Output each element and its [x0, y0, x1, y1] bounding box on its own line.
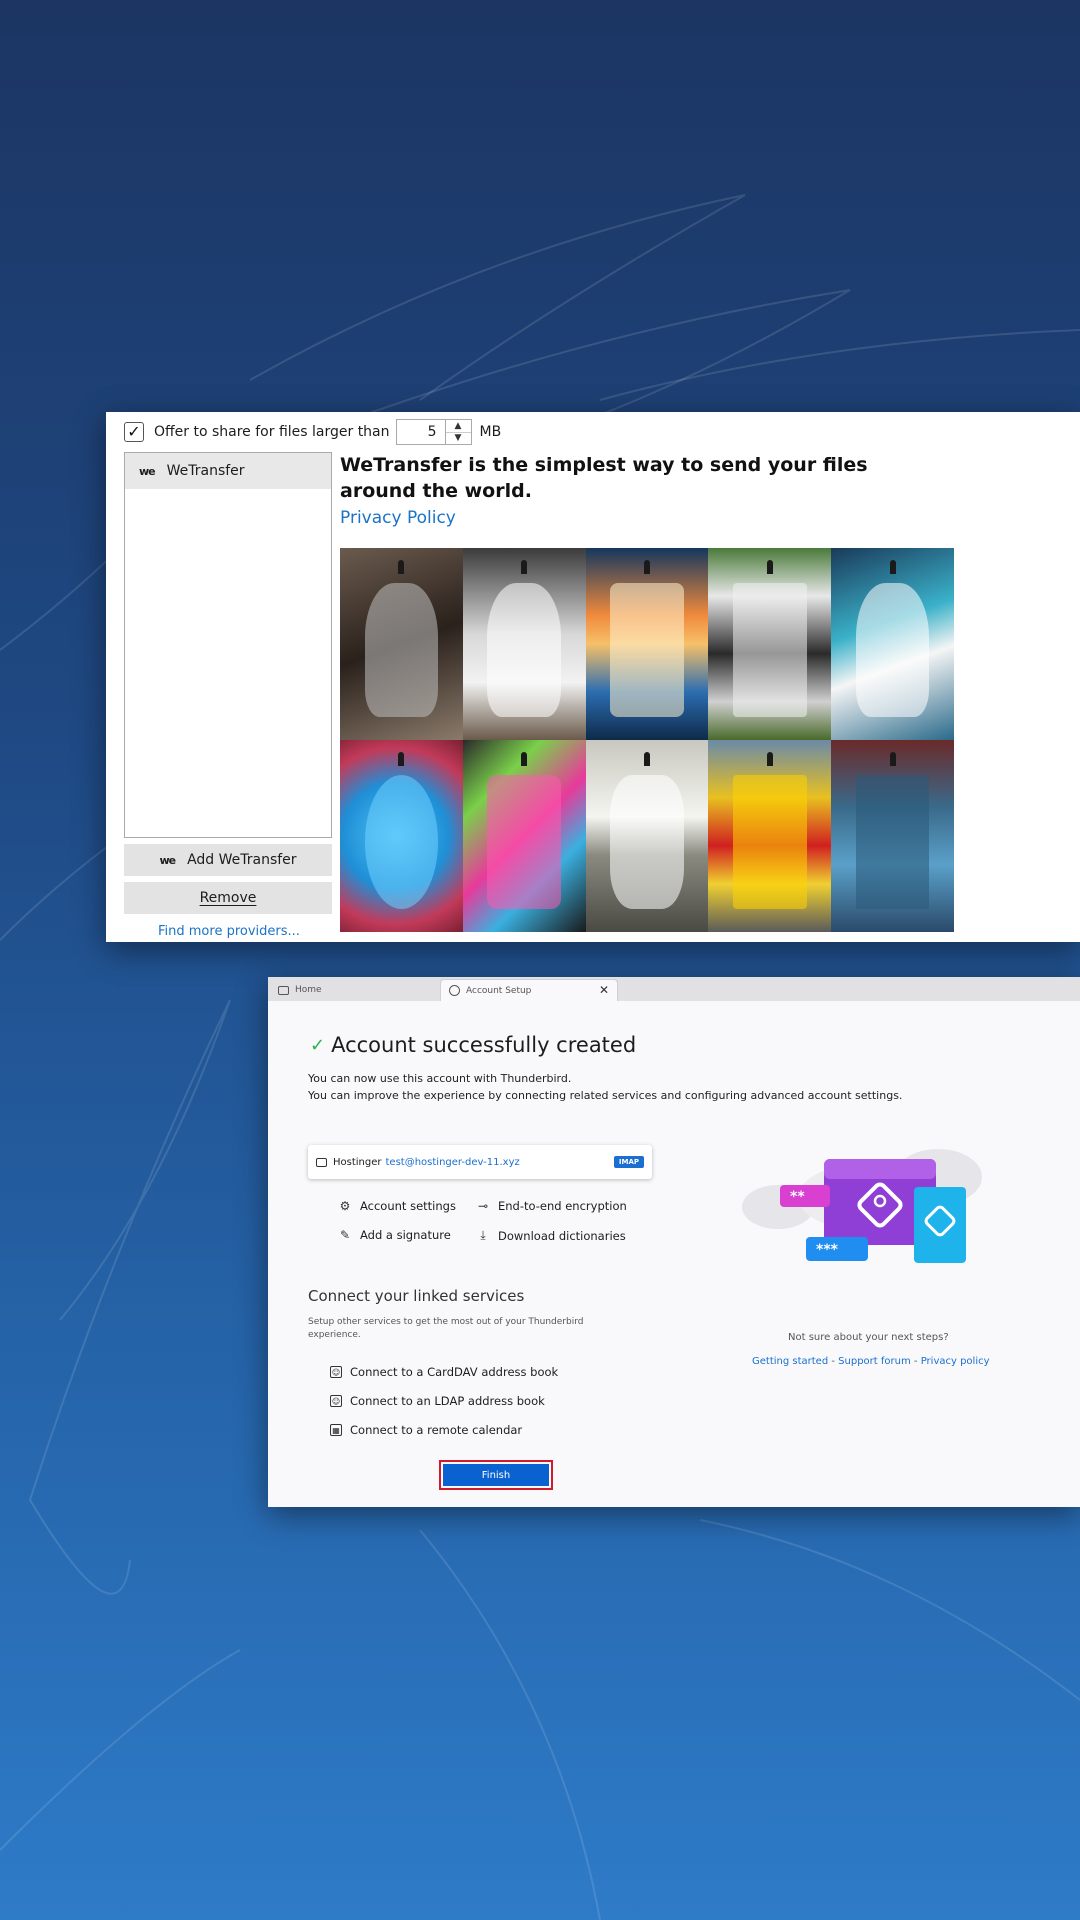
tab-home[interactable]: Home: [270, 979, 438, 1001]
folder-icon: [278, 985, 289, 995]
offer-share-label: Offer to share for files larger than: [154, 424, 390, 440]
provider-item-label: WeTransfer: [166, 463, 245, 479]
chevron-down-icon[interactable]: ▼: [446, 433, 471, 445]
wetransfer-preferences-panel: ✓ Offer to share for files larger than 5…: [106, 412, 1080, 942]
account-card[interactable]: Hostinger test@hostinger-dev-11.xyz IMAP: [308, 1145, 652, 1179]
finish-highlight: Finish: [439, 1460, 553, 1490]
address-book-icon: ☺: [330, 1366, 342, 1378]
connect-carddav-link[interactable]: ☺ Connect to a CardDAV address book: [330, 1365, 558, 1379]
wetransfer-logo-icon: we: [139, 464, 156, 478]
help-question: Not sure about your next steps?: [788, 1332, 949, 1343]
find-more-providers-link[interactable]: Find more providers...: [158, 924, 300, 939]
check-icon: ✓: [127, 422, 141, 441]
offer-share-row: ✓ Offer to share for files larger than 5…: [124, 416, 501, 448]
service-label: Connect to a CardDAV address book: [350, 1365, 559, 1379]
imap-badge: IMAP: [613, 1156, 644, 1168]
gallery-image: [462, 548, 586, 740]
address-book-icon: ☺: [330, 1395, 342, 1407]
end-to-end-encryption-link[interactable]: ⊸ End-to-end encryption: [476, 1199, 627, 1213]
globe-icon: [449, 985, 460, 996]
action-label: Add a signature: [360, 1228, 451, 1242]
gallery-image: [340, 548, 463, 740]
tab-label: Home: [295, 985, 322, 995]
action-label: End-to-end encryption: [498, 1199, 627, 1213]
connect-ldap-link[interactable]: ☺ Connect to an LDAP address book: [330, 1394, 545, 1408]
support-forum-link[interactable]: Support forum: [838, 1356, 911, 1367]
separator: -: [913, 1356, 921, 1367]
key-icon: ⊸: [477, 1199, 489, 1213]
account-settings-link[interactable]: ⚙ Account settings: [338, 1199, 456, 1213]
account-provider: Hostinger: [333, 1156, 382, 1168]
linked-services-heading: Connect your linked services: [308, 1287, 525, 1305]
checkmark-icon: ✓: [310, 1034, 326, 1056]
add-signature-link[interactable]: ✎ Add a signature: [338, 1228, 451, 1242]
wetransfer-logo-icon: we: [159, 853, 176, 867]
background-decoration: [0, 194, 1080, 1920]
password-dots: ***: [816, 1242, 839, 1258]
success-heading: ✓ Account successfully created: [310, 1033, 636, 1057]
provider-list: we WeTransfer: [124, 452, 332, 838]
gallery-image: [340, 740, 463, 932]
wetransfer-gallery: [340, 548, 954, 932]
help-links: Getting started - Support forum - Privac…: [752, 1356, 990, 1367]
success-title-text: Account successfully created: [331, 1033, 637, 1057]
service-label: Connect to an LDAP address book: [350, 1394, 545, 1408]
action-label: Account settings: [360, 1199, 456, 1213]
getting-started-link[interactable]: Getting started: [752, 1356, 828, 1367]
finish-button[interactable]: Finish: [443, 1464, 549, 1486]
connect-calendar-link[interactable]: ▦ Connect to a remote calendar: [330, 1423, 522, 1437]
gallery-image: [585, 548, 709, 740]
download-icon: ⤓: [480, 1228, 486, 1242]
success-description: You can now use this account with Thunde…: [308, 1072, 572, 1085]
download-dictionaries-link[interactable]: ⤓ Download dictionaries: [476, 1228, 626, 1243]
account-email: test@hostinger-dev-11.xyz: [385, 1156, 520, 1168]
wetransfer-heading: WeTransfer is the simplest way to send y…: [340, 454, 868, 502]
service-label: Connect to a remote calendar: [350, 1423, 523, 1437]
offer-share-checkbox[interactable]: ✓: [124, 422, 144, 442]
privacy-policy-link[interactable]: Privacy policy: [921, 1356, 990, 1367]
action-label: Download dictionaries: [498, 1228, 626, 1243]
add-wetransfer-button[interactable]: we Add WeTransfer: [124, 844, 332, 876]
gallery-image: [831, 740, 954, 932]
gallery-image: [462, 740, 586, 932]
gallery-image: [585, 740, 709, 932]
close-icon[interactable]: ✕: [599, 983, 609, 997]
tab-bar: Home Account Setup ✕: [268, 977, 1080, 1001]
gear-icon: ⚙: [339, 1199, 351, 1213]
size-unit-label: MB: [479, 424, 502, 440]
security-illustration: ** ***: [742, 1149, 982, 1263]
gallery-image: [708, 548, 832, 740]
tab-account-setup[interactable]: Account Setup ✕: [440, 979, 618, 1001]
provider-item-wetransfer[interactable]: we WeTransfer: [125, 453, 331, 489]
gallery-image: [708, 740, 832, 932]
success-description: You can improve the experience by connec…: [308, 1089, 903, 1102]
tab-label: Account Setup: [466, 985, 532, 996]
pen-icon: ✎: [339, 1228, 351, 1242]
account-setup-window: Home Account Setup ✕ ✓ Account successfu…: [268, 977, 1080, 1507]
linked-services-description: Setup other services to get the most out…: [308, 1317, 584, 1340]
mail-account-icon: [316, 1157, 327, 1167]
size-stepper[interactable]: ▲ ▼: [445, 419, 472, 445]
password-dots: **: [790, 1189, 805, 1205]
remove-button[interactable]: Remove: [124, 882, 332, 914]
calendar-icon: ▦: [330, 1424, 342, 1436]
add-wetransfer-label: Add WeTransfer: [187, 852, 297, 868]
size-threshold-input[interactable]: 5: [395, 419, 446, 445]
privacy-policy-link[interactable]: Privacy Policy: [340, 508, 456, 528]
chevron-up-icon[interactable]: ▲: [445, 420, 471, 433]
gallery-image: [831, 548, 954, 740]
